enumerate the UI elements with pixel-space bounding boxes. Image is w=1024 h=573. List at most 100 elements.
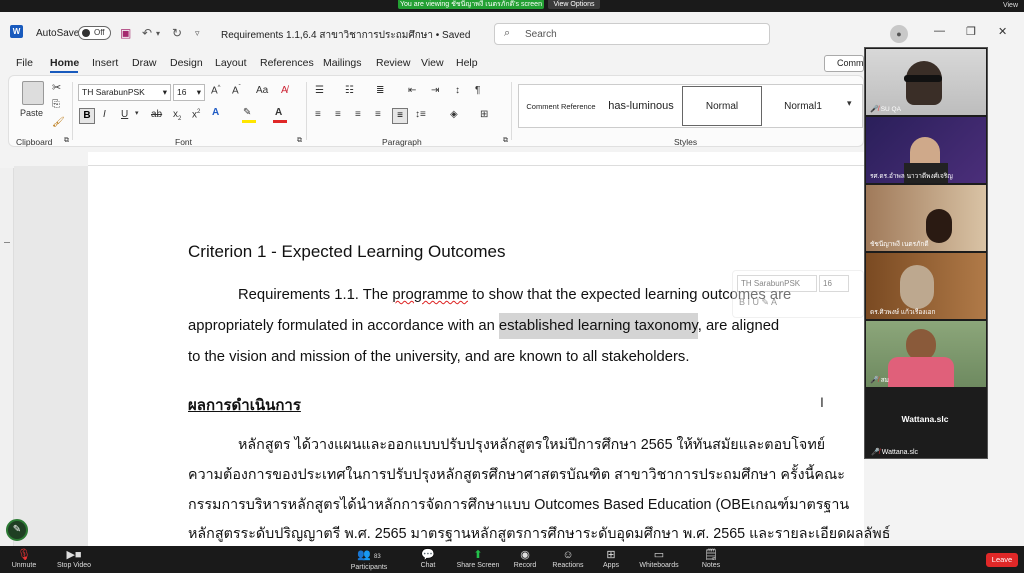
minimize-icon[interactable]: — [934,25,945,37]
underline-button[interactable]: U [121,109,128,120]
mini-format-icons[interactable]: B I U ✎ A [739,297,777,308]
participant-tile[interactable]: ชัชนีญาพงี เนตรภักดี [866,185,986,251]
selected-text[interactable]: established learning taxonomy [498,313,698,339]
save-icon[interactable]: ▣ [120,26,131,40]
shading-icon[interactable]: ◈ [450,109,458,120]
numbering-icon[interactable]: ☷ [345,85,354,96]
shrink-font-icon[interactable]: Aˇ [232,85,241,96]
style-normal[interactable]: Normal [682,86,762,126]
horizontal-ruler[interactable] [88,152,864,166]
clear-formatting-icon[interactable]: A̸ [281,85,288,96]
restore-icon[interactable]: ❐ [966,25,976,38]
divider [72,82,73,140]
participant-tile[interactable]: รศ.ดร.อำพล นาวาดีพงศ์เจริญ [866,117,986,183]
annotate-pencil-icon[interactable]: ✎ [6,519,28,541]
change-case-icon[interactable]: Aa [256,85,268,96]
align-right-icon[interactable]: ≡ [355,109,361,120]
font-launcher-icon[interactable]: ⧉ [297,137,302,145]
vertical-ruler[interactable] [0,168,14,546]
font-color-icon[interactable]: A [275,107,282,118]
paste-label[interactable]: Paste [20,108,43,118]
line-spacing-icon[interactable]: ↕≡ [415,109,426,120]
show-formatting-icon[interactable]: ¶ [475,85,480,96]
tab-insert[interactable]: Insert [92,57,118,69]
participant-tile[interactable]: 🎤̸ SU QA [866,49,986,115]
cut-icon[interactable]: ✂ [52,81,61,94]
participant-name: ดร.ศิวพงษ์ แก้วเรืองเอก [870,309,936,316]
font-name-select[interactable]: TH SarabunPSK ▾ [78,84,171,101]
bold-button[interactable]: B [79,108,95,124]
strikethrough-button[interactable]: ab [151,109,162,120]
text-effects-icon[interactable]: A [212,107,219,118]
mini-toolbar[interactable]: TH SarabunPSK 16 B I U ✎ A [732,270,864,318]
clipboard-launcher-icon[interactable]: ⧉ [64,137,69,145]
tab-draw[interactable]: Draw [132,57,157,69]
undo-dropdown-icon[interactable]: ▾ [156,29,160,38]
search-box[interactable]: ⌕ Search [494,23,770,45]
paragraph-launcher-icon[interactable]: ⧉ [503,137,508,145]
styles-more-icon[interactable]: ▾ [847,98,852,109]
customize-toolbar-icon[interactable]: ▿ [195,28,200,39]
stop-video-button[interactable]: ▶■ Stop Video [44,549,104,569]
grow-font-icon[interactable]: A^ [211,85,221,96]
thai-distributed-icon[interactable]: ≡ [392,108,408,124]
autosave-toggle[interactable]: Off [78,26,111,40]
leave-button[interactable]: Leave [986,553,1018,567]
video-icon: ▶■ [66,549,82,561]
subscript-button[interactable]: x2 [173,109,181,122]
tab-view[interactable]: View [421,57,444,69]
account-avatar[interactable]: ● [890,25,908,43]
tab-mailings[interactable]: Mailings [323,57,362,69]
sort-icon[interactable]: ↕ [455,85,460,96]
font-size-value: 16 [177,87,187,97]
underline-dropdown-icon[interactable]: ▾ [135,109,139,117]
tab-home[interactable]: Home [50,57,79,69]
borders-icon[interactable]: ⊞ [480,109,488,120]
tab-layout[interactable]: Layout [215,57,247,69]
mini-size-select[interactable]: 16 [819,275,849,292]
multilevel-list-icon[interactable]: ≣ [376,85,384,96]
close-icon[interactable]: ✕ [998,25,1007,38]
participant-tile[interactable]: ดร.ศิวพงษ์ แก้วเรืองเอก [866,253,986,319]
criterion-heading: Criterion 1 - Expected Learning Outcomes [188,242,506,261]
body-line-3: กรรมการบริหารหลักสูตรได้นำหลักการจัดการศ… [188,497,850,513]
participant-tile[interactable]: 🎤̸ สม [866,321,986,387]
bullets-icon[interactable]: ☰ [315,85,324,96]
align-center-icon[interactable]: ≡ [335,109,341,120]
notes-button[interactable]: 🗒 Notes [681,549,741,569]
font-size-select[interactable]: 16 ▾ [173,84,205,101]
participants-button[interactable]: 👥 83 Participants [339,549,399,571]
featured-participant-label: 🎤̸ Wattana.slc [871,449,919,456]
mic-off-icon: 🎤̸ [870,377,879,384]
style-comment-reference[interactable]: Comment Reference [520,86,602,126]
copy-icon[interactable]: ⎘ [52,99,60,110]
paste-icon[interactable] [22,81,44,105]
mini-font-value: TH SarabunPSK [741,279,801,288]
highlight-color-icon[interactable]: ✎ [243,107,251,118]
view-menu-button[interactable]: View [1003,0,1018,11]
align-left-icon[interactable]: ≡ [315,109,321,120]
undo-icon[interactable]: ↶ [142,26,152,40]
document-title[interactable]: Requirements 1.1,6.4 สาขาวิชาการประถมศึก… [221,28,470,43]
decrease-indent-icon[interactable]: ⇤ [408,85,416,96]
style-has-luminous[interactable]: has-luminous [602,86,680,126]
mini-font-select[interactable]: TH SarabunPSK [737,275,817,292]
tab-design[interactable]: Design [170,57,203,69]
superscript-button[interactable]: x2 [192,109,200,120]
body-line-2: ความต้องการของประเทศในการปรับปรุงหลักสูต… [188,467,845,483]
tab-references[interactable]: References [260,57,314,69]
italic-button[interactable]: I [103,109,106,120]
redo-icon[interactable]: ↻ [172,26,182,40]
justify-icon[interactable]: ≡ [375,109,381,120]
font-group-label: Font [175,137,193,147]
tab-review[interactable]: Review [376,57,410,69]
spelling-flag-word[interactable]: programme [392,287,468,303]
view-options-button[interactable]: View Options [548,0,600,9]
style-normal1[interactable]: Normal1 [764,86,842,126]
tab-help[interactable]: Help [456,57,478,69]
whiteboards-button[interactable]: ▭ Whiteboards [629,549,689,569]
format-painter-icon[interactable]: 🖌 [52,117,65,128]
tab-file[interactable]: File [16,57,33,69]
increase-indent-icon[interactable]: ⇥ [431,85,439,96]
comments-button[interactable]: Comm [824,55,864,72]
